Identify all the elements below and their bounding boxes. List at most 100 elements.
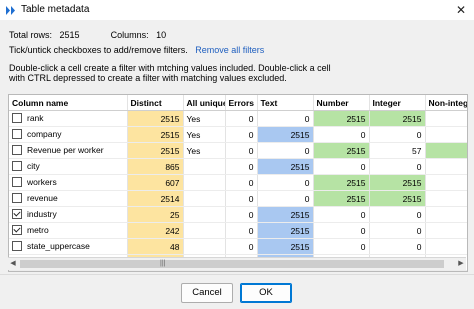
text-cell[interactable]: 0 xyxy=(257,174,314,191)
non-integer-cell[interactable] xyxy=(425,158,467,175)
column-name-cell[interactable]: city xyxy=(9,158,128,175)
column-name-cell[interactable]: industry xyxy=(9,206,128,223)
errors-cell[interactable]: 0 xyxy=(225,158,258,175)
integer-cell[interactable]: 0 xyxy=(369,126,426,143)
table-row[interactable]: metro 242 0 2515 0 0 xyxy=(9,222,467,239)
errors-cell[interactable]: 0 xyxy=(225,190,258,207)
col-header-integer[interactable]: Integer xyxy=(369,95,426,111)
table-row[interactable]: company 2515 Yes 0 2515 0 0 xyxy=(9,126,467,143)
distinct-cell[interactable]: 25 xyxy=(127,206,184,223)
text-cell[interactable]: 2515 xyxy=(257,206,314,223)
number-cell[interactable]: 0 xyxy=(313,238,370,255)
all-unique-cell[interactable] xyxy=(183,238,226,255)
errors-cell[interactable]: 0 xyxy=(225,222,258,239)
col-header-number[interactable]: Number xyxy=(313,95,370,111)
column-name-cell[interactable]: rank xyxy=(9,110,128,127)
errors-cell[interactable]: 0 xyxy=(225,206,258,223)
filter-checkbox[interactable] xyxy=(12,224,22,235)
scroll-left-icon[interactable]: ◀ xyxy=(8,258,18,270)
number-cell[interactable]: 2515 xyxy=(313,110,370,127)
number-cell[interactable]: 0 xyxy=(313,126,370,143)
non-integer-cell[interactable] xyxy=(425,110,467,127)
table-row[interactable]: workers 607 0 0 2515 2515 xyxy=(9,174,467,191)
ok-button[interactable]: OK xyxy=(240,283,292,303)
col-header-all-unique[interactable]: All unique xyxy=(183,95,226,111)
column-name-cell[interactable]: company xyxy=(9,126,128,143)
filter-checkbox[interactable] xyxy=(12,112,22,123)
non-integer-cell[interactable] xyxy=(425,126,467,143)
distinct-cell[interactable]: 242 xyxy=(127,222,184,239)
errors-cell[interactable]: 0 xyxy=(225,126,258,143)
filter-checkbox[interactable] xyxy=(12,144,22,155)
distinct-cell[interactable]: 607 xyxy=(127,174,184,191)
integer-cell[interactable]: 0 xyxy=(369,238,426,255)
errors-cell[interactable]: 0 xyxy=(225,142,258,159)
non-integer-cell[interactable]: 24 xyxy=(425,142,467,159)
filter-checkbox[interactable] xyxy=(12,176,22,187)
distinct-cell[interactable]: 2514 xyxy=(127,190,184,207)
all-unique-cell[interactable]: Yes xyxy=(183,126,226,143)
integer-cell[interactable]: 2515 xyxy=(369,174,426,191)
all-unique-cell[interactable]: Yes xyxy=(183,142,226,159)
number-cell[interactable]: 0 xyxy=(313,206,370,223)
filter-checkbox[interactable] xyxy=(12,208,22,219)
errors-cell[interactable]: 0 xyxy=(225,238,258,255)
filter-checkbox[interactable] xyxy=(12,240,22,251)
distinct-cell[interactable]: 48 xyxy=(127,238,184,255)
number-cell[interactable]: 2515 xyxy=(313,142,370,159)
non-integer-cell[interactable] xyxy=(425,174,467,191)
col-header-distinct[interactable]: Distinct xyxy=(127,95,184,111)
non-integer-cell[interactable] xyxy=(425,238,467,255)
distinct-cell[interactable]: 2515 xyxy=(127,126,184,143)
column-name-cell[interactable]: revenue xyxy=(9,190,128,207)
all-unique-cell[interactable] xyxy=(183,206,226,223)
text-cell[interactable]: 0 xyxy=(257,190,314,207)
non-integer-cell[interactable] xyxy=(425,190,467,207)
col-header-errors[interactable]: Errors xyxy=(225,95,258,111)
column-name-cell[interactable]: workers xyxy=(9,174,128,191)
non-integer-cell[interactable] xyxy=(425,206,467,223)
distinct-cell[interactable]: 2515 xyxy=(127,142,184,159)
integer-cell[interactable]: 0 xyxy=(369,158,426,175)
integer-cell[interactable]: 57 xyxy=(369,142,426,159)
integer-cell[interactable]: 2515 xyxy=(369,190,426,207)
filter-checkbox[interactable] xyxy=(12,160,22,171)
text-cell[interactable]: 2515 xyxy=(257,158,314,175)
table-row[interactable]: rank 2515 Yes 0 0 2515 2515 xyxy=(9,110,467,127)
errors-cell[interactable]: 0 xyxy=(225,174,258,191)
filter-checkbox[interactable] xyxy=(12,192,22,203)
table-row[interactable]: state_uppercase 48 0 2515 0 0 xyxy=(9,238,467,255)
table-row[interactable]: Revenue per worker2515Yes0025155724 xyxy=(9,142,467,159)
scroll-right-icon[interactable]: ▶ xyxy=(456,258,466,270)
column-name-cell[interactable]: state_uppercase xyxy=(9,238,128,255)
number-cell[interactable]: 2515 xyxy=(313,190,370,207)
column-name-cell[interactable]: Revenue per worker xyxy=(9,142,128,159)
col-header-non-integer[interactable]: Non-integer xyxy=(425,95,467,111)
all-unique-cell[interactable] xyxy=(183,190,226,207)
text-cell[interactable]: 2515 xyxy=(257,126,314,143)
distinct-cell[interactable]: 2515 xyxy=(127,110,184,127)
col-header-column-name[interactable]: Column name xyxy=(9,95,128,111)
remove-all-filters-link[interactable]: Remove all filters xyxy=(195,45,264,55)
all-unique-cell[interactable] xyxy=(183,222,226,239)
text-cell[interactable]: 0 xyxy=(257,110,314,127)
column-name-cell[interactable]: metro xyxy=(9,222,128,239)
horizontal-scrollbar[interactable]: ◀ ||| ▶ xyxy=(8,257,466,270)
number-cell[interactable]: 0 xyxy=(313,158,370,175)
text-cell[interactable]: 2515 xyxy=(257,222,314,239)
table-row[interactable]: industry 25 0 2515 0 0 xyxy=(9,206,467,223)
metadata-grid[interactable]: Column name Distinct All unique Errors Text N… xyxy=(8,94,468,272)
distinct-cell[interactable]: 865 xyxy=(127,158,184,175)
integer-cell[interactable]: 2515 xyxy=(369,110,426,127)
text-cell[interactable]: 0 xyxy=(257,142,314,159)
filter-checkbox[interactable] xyxy=(12,128,22,139)
number-cell[interactable]: 0 xyxy=(313,222,370,239)
col-header-text[interactable]: Text xyxy=(257,95,314,111)
all-unique-cell[interactable]: Yes xyxy=(183,110,226,127)
cancel-button[interactable]: Cancel xyxy=(181,283,233,303)
table-row[interactable]: city 865 0 2515 0 0 xyxy=(9,158,467,175)
all-unique-cell[interactable] xyxy=(183,158,226,175)
integer-cell[interactable]: 0 xyxy=(369,222,426,239)
text-cell[interactable]: 2515 xyxy=(257,238,314,255)
number-cell[interactable]: 2515 xyxy=(313,174,370,191)
